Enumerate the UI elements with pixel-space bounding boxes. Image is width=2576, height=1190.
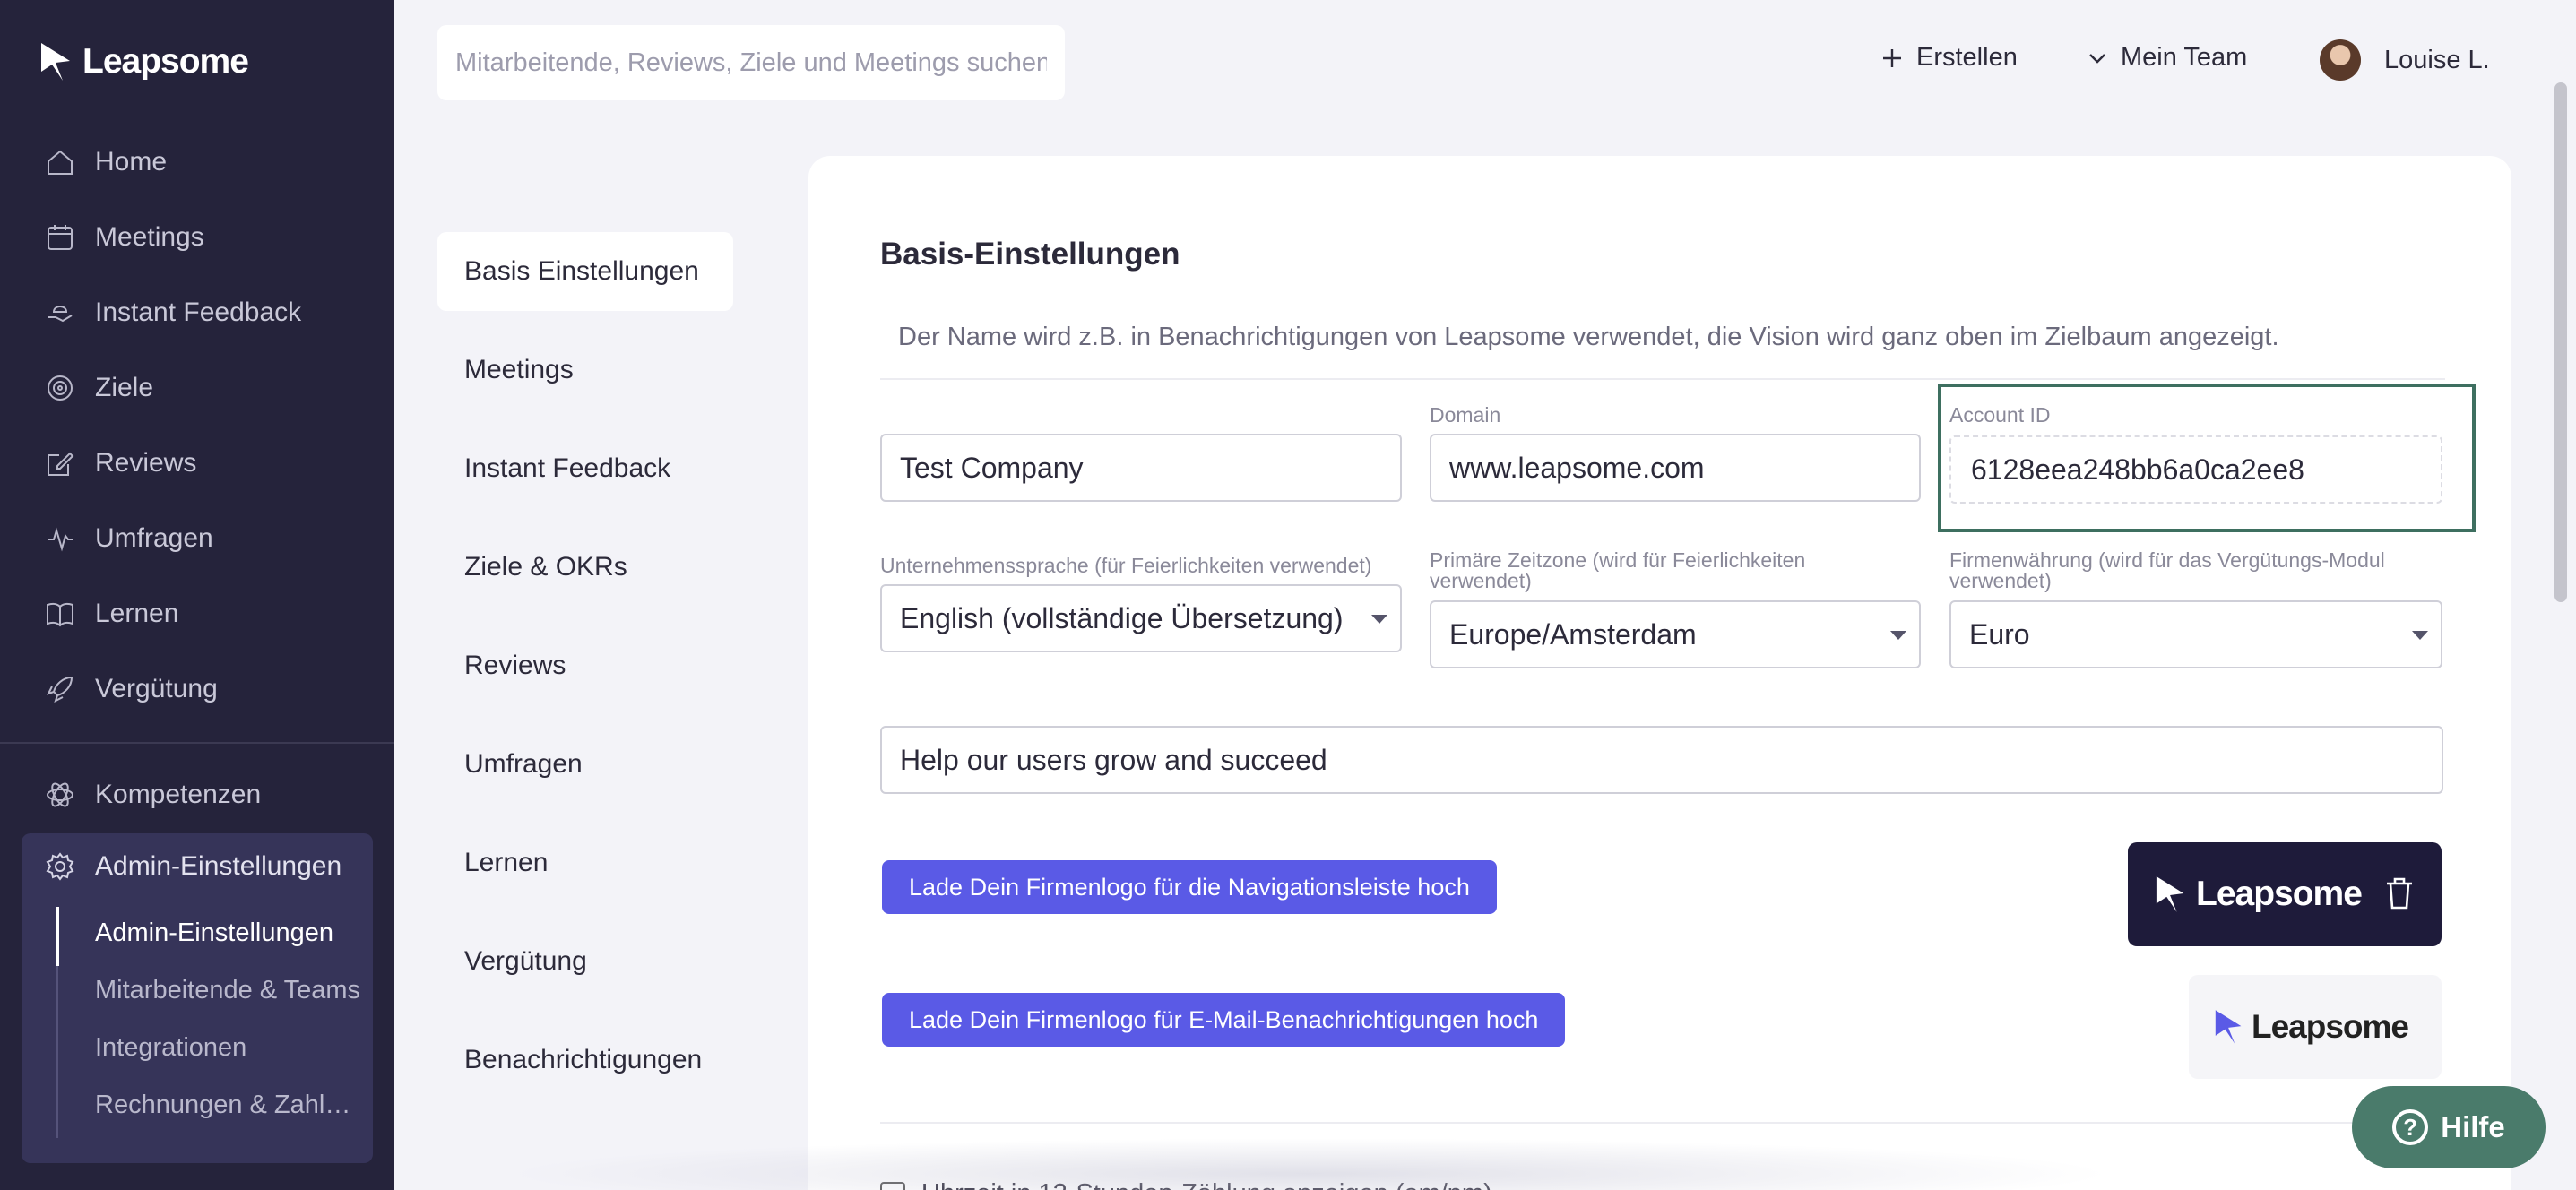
time-format-label: Uhrzeit in 12-Stunden-Zählung anzeigen (… <box>921 1179 1492 1190</box>
pulse-icon <box>48 527 73 552</box>
settings-tab-learning[interactable]: Lernen <box>437 824 733 902</box>
email-logo-preview: Leapsome <box>2189 975 2442 1079</box>
sidebar-item-instant-feedback[interactable]: Instant Feedback <box>45 290 301 335</box>
language-label: Unternehmenssprache (für Feierlichkeiten… <box>880 554 1372 577</box>
settings-tab-instant-feedback[interactable]: Instant Feedback <box>437 429 733 508</box>
sidebar-item-label: Admin-Einstellungen <box>95 851 342 881</box>
section-title: Basis-Einstellungen <box>880 237 1180 272</box>
sidebar-item-reviews[interactable]: Reviews <box>45 441 196 486</box>
account-id-field[interactable]: 6128eea248bb6a0ca2ee8 <box>1949 435 2442 504</box>
leapsome-mark-icon <box>2215 1010 2242 1044</box>
domain-label: Domain <box>1430 403 1501 427</box>
nav-logo-preview: Leapsome <box>2128 842 2442 946</box>
book-icon <box>47 602 73 627</box>
my-team-label: Mein Team <box>2121 43 2248 72</box>
sidebar-item-umfragen[interactable]: Umfragen <box>45 516 213 561</box>
currency-select[interactable]: Euro <box>1949 600 2442 668</box>
sidebar-item-admin-settings[interactable]: Admin-Einstellungen <box>45 851 341 882</box>
trash-icon[interactable] <box>2384 876 2415 910</box>
sidebar: Leapsome Home Meetings Instant Feedback … <box>0 0 394 1190</box>
user-name: Louise L. <box>2384 45 2490 74</box>
divider <box>880 1122 2445 1124</box>
admin-settings-group: Admin-Einstellungen Admin-Einstellungen … <box>22 833 373 1163</box>
settings-tab-basis[interactable]: Basis Einstellungen <box>437 232 733 311</box>
leapsome-mark-icon <box>41 43 70 81</box>
sidebar-item-label: Vergütung <box>95 674 218 703</box>
leapsome-mark-icon <box>2156 876 2184 912</box>
currency-label: Firmenwährung (wird für das Vergütungs-M… <box>1949 548 2385 592</box>
sidebar-item-kompetenzen[interactable]: Kompetenzen <box>45 772 261 817</box>
section-description: Der Name wird z.B. in Benachrichtigungen… <box>898 323 2279 351</box>
timezone-label: Primäre Zeitzone (wird für Feierlichkeit… <box>1430 548 1806 592</box>
atom-icon <box>47 782 73 807</box>
settings-tab-surveys[interactable]: Umfragen <box>437 725 733 804</box>
avatar <box>2320 39 2361 81</box>
hand-icon <box>48 306 73 323</box>
time-format-checkbox-row[interactable]: Uhrzeit in 12-Stunden-Zählung anzeigen (… <box>880 1179 1492 1190</box>
target-icon <box>48 375 73 401</box>
create-button[interactable]: Erstellen <box>1880 43 2018 73</box>
brand-logo[interactable]: Leapsome <box>39 41 249 82</box>
search-input[interactable] <box>455 47 1047 78</box>
vision-input[interactable]: Help our users grow and succeed <box>880 726 2443 794</box>
sidebar-item-label: Home <box>95 147 168 177</box>
settings-tab-compensation[interactable]: Vergütung <box>437 922 733 1001</box>
company-name-input[interactable]: Test Company <box>880 434 1402 502</box>
page-scrollbar[interactable] <box>2554 82 2567 602</box>
sidebar-item-lernen[interactable]: Lernen <box>45 591 178 636</box>
settings-tab-reviews[interactable]: Reviews <box>437 626 733 705</box>
sidebar-item-label: Instant Feedback <box>95 298 302 327</box>
divider <box>880 378 2445 380</box>
sidebar-item-label: Reviews <box>95 448 197 478</box>
upload-email-logo-button[interactable]: Lade Dein Firmenlogo für E-Mail-Benachri… <box>882 993 1566 1047</box>
sidebar-item-home[interactable]: Home <box>45 140 167 185</box>
submenu-item-admin-settings[interactable]: Admin-Einstellungen <box>95 918 364 948</box>
nav-logo-text: Leapsome <box>2196 875 2363 913</box>
global-search[interactable] <box>437 25 1065 100</box>
sidebar-item-label: Meetings <box>95 222 204 252</box>
settings-tab-goals-okrs[interactable]: Ziele & OKRs <box>437 528 733 607</box>
sidebar-item-label: Kompetenzen <box>95 780 262 809</box>
submenu-active-indicator <box>56 907 59 966</box>
chevron-down-icon <box>2089 53 2105 64</box>
sidebar-item-label: Umfragen <box>95 523 213 553</box>
user-menu[interactable]: Louise L. <box>2320 39 2490 81</box>
gear-icon <box>46 852 74 881</box>
sidebar-divider <box>0 742 394 744</box>
my-team-dropdown[interactable]: Mein Team <box>2087 43 2247 73</box>
settings-tab-notifications[interactable]: Benachrichtigungen <box>437 1021 733 1099</box>
settings-tab-meetings[interactable]: Meetings <box>437 331 733 410</box>
sidebar-item-label: Ziele <box>95 373 154 402</box>
sidebar-item-verguetung[interactable]: Vergütung <box>45 667 218 711</box>
edit-icon <box>48 452 74 476</box>
home-icon <box>48 150 73 175</box>
submenu-item-integrations[interactable]: Integrationen <box>95 1033 364 1063</box>
account-id-label: Account ID <box>1949 403 2051 427</box>
help-label: Hilfe <box>2441 1110 2505 1143</box>
language-select[interactable]: English (vollständige Übersetzung) <box>880 584 1402 652</box>
sidebar-item-ziele[interactable]: Ziele <box>45 366 153 410</box>
time-format-checkbox[interactable] <box>880 1181 905 1190</box>
help-button[interactable]: ? Hilfe <box>2352 1086 2546 1168</box>
rocket-icon <box>47 676 73 703</box>
calendar-icon <box>48 225 73 250</box>
upload-nav-logo-button[interactable]: Lade Dein Firmenlogo für die Navigations… <box>882 860 1497 914</box>
submenu-item-billing[interactable]: Rechnungen & Zahlungen <box>95 1091 364 1120</box>
basis-settings-card: Basis-Einstellungen Der Name wird z.B. i… <box>808 156 2511 1190</box>
create-label: Erstellen <box>1916 43 2018 72</box>
email-logo-text: Leapsome <box>2252 1008 2409 1045</box>
submenu-item-employees-teams[interactable]: Mitarbeitende & Teams <box>95 976 364 1005</box>
plus-icon <box>1883 48 1901 67</box>
sidebar-item-label: Lernen <box>95 599 179 628</box>
brand-name: Leapsome <box>82 42 249 81</box>
timezone-select[interactable]: Europe/Amsterdam <box>1430 600 1921 668</box>
sidebar-item-meetings[interactable]: Meetings <box>45 215 204 260</box>
domain-input[interactable]: www.leapsome.com <box>1430 434 1921 502</box>
help-icon: ? <box>2392 1109 2429 1145</box>
